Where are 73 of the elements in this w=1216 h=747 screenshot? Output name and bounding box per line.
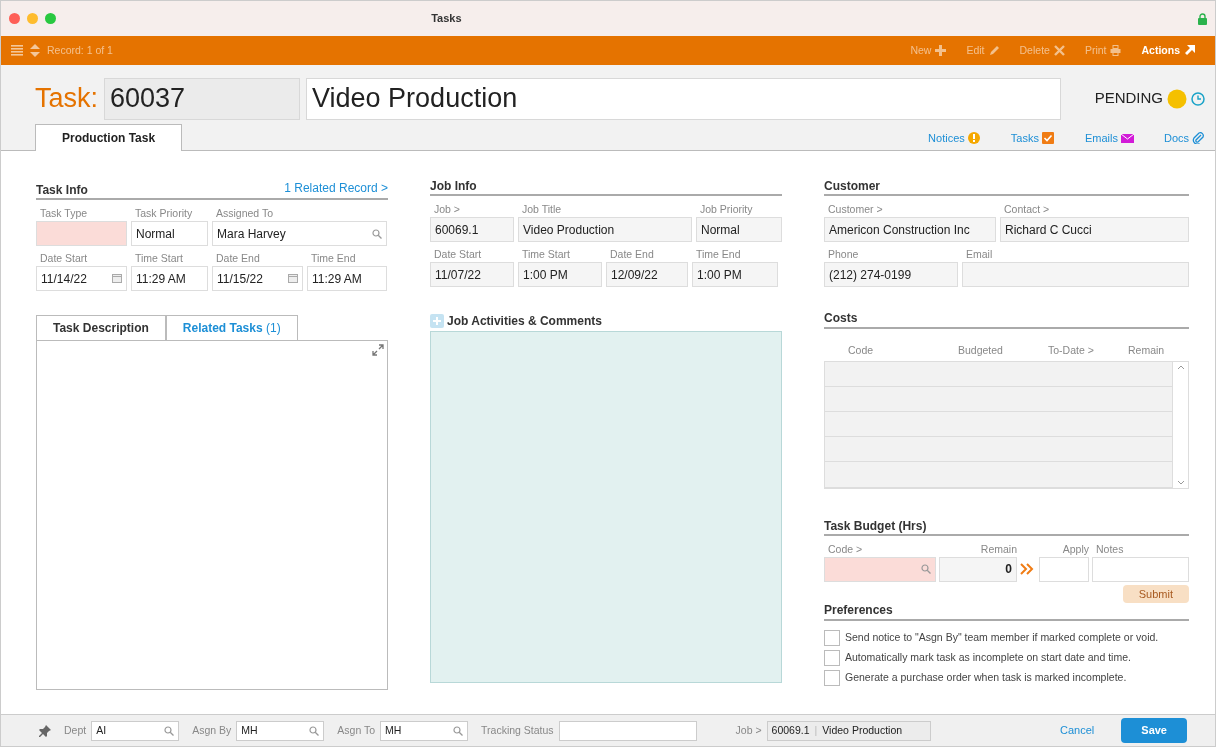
column-header: Code	[848, 342, 875, 358]
task-label: Task:	[35, 82, 99, 116]
task-title-field[interactable]: Video Production	[306, 77, 1062, 120]
tab[interactable]: Related Tasks (1)	[165, 315, 298, 340]
input-field[interactable]: MH	[380, 720, 469, 741]
input-field[interactable]: MH	[236, 720, 325, 741]
field-label: Phone	[827, 247, 860, 263]
window-title: Tasks	[431, 11, 462, 27]
column-header: Remain	[1128, 342, 1166, 358]
input-field[interactable]: Video Production	[518, 217, 692, 243]
field-label: Remain	[979, 541, 1017, 557]
tab[interactable]: Production Task	[35, 124, 183, 151]
input-field[interactable]: 0	[939, 556, 1017, 582]
field-label: Job Title	[521, 202, 563, 218]
field-label: Time End	[695, 247, 742, 263]
field-label: Time Start	[134, 251, 185, 266]
field-label: Job >	[433, 202, 461, 218]
field-label: Notes	[1095, 541, 1125, 557]
field-label: Date Start	[433, 247, 483, 263]
save-button[interactable]: Save	[1121, 718, 1187, 743]
field-label: Assigned To	[215, 206, 274, 221]
field-label: Job Priority	[699, 202, 754, 218]
input-field[interactable]: 11:29 AM	[131, 266, 208, 291]
field-label: Asgn To	[337, 722, 376, 738]
section-heading: Task Budget (Hrs)	[824, 518, 927, 533]
field-label: Task Priority	[134, 206, 194, 221]
field-label: Contact >	[1003, 202, 1051, 218]
field-label: Asgn By	[192, 722, 232, 738]
status-text: PENDING	[1094, 88, 1163, 109]
section-heading: Job Activities & Comments	[447, 313, 602, 331]
field-label: Apply	[1061, 541, 1089, 557]
input-field[interactable]: (212) 274-0199	[824, 262, 958, 288]
column-header: Budgeted	[958, 342, 1004, 358]
checkbox-label: Send notice to "Asgn By" team member if marked complete or void.	[845, 629, 1159, 645]
field-label: Date End	[609, 247, 655, 263]
field-label: Time End	[310, 251, 357, 266]
field-label: Time Start	[521, 247, 572, 263]
record-counter: Record: 1 of 1	[47, 42, 113, 58]
input-field[interactable]: Richard C Cucci	[1000, 217, 1189, 243]
checkbox-label: Automatically mark task as incomplete on start date and time.	[845, 649, 1131, 665]
task-number-field[interactable]: 60037	[104, 77, 301, 120]
input-field[interactable]: Americon Construction Inc	[824, 217, 996, 243]
input-field[interactable]: 11/07/22	[430, 262, 514, 288]
column-header: To-Date >	[1048, 342, 1095, 358]
input-field[interactable]: Mara Harvey	[212, 221, 387, 246]
section-heading: Preferences	[824, 603, 893, 618]
field-label: Tracking Status	[481, 722, 554, 738]
input-field[interactable]: 12/09/22	[606, 262, 688, 288]
field-label: Email	[965, 247, 994, 263]
checkbox-label: Generate a purchase order when task is marked incomplete.	[845, 669, 1127, 685]
field-label: Date End	[215, 251, 261, 266]
input-field[interactable]: Normal	[696, 217, 782, 243]
section-heading: Customer	[824, 179, 880, 194]
field-label: Dept	[64, 722, 87, 738]
related-record-link[interactable]: 1 Related Record >	[284, 179, 388, 197]
section-heading: Task Info	[36, 182, 88, 197]
input-field[interactable]: AI	[91, 720, 180, 741]
input-field[interactable]: 11/14/22	[36, 266, 127, 291]
field-label: Task Type	[39, 206, 89, 221]
field-label: Code >	[827, 541, 864, 557]
field-label: Date Start	[39, 251, 89, 266]
tab[interactable]: Task Description	[36, 315, 166, 340]
input-field[interactable]: Normal	[131, 221, 208, 246]
section-heading: Costs	[824, 311, 858, 326]
input-field[interactable]: 11:29 AM	[307, 266, 387, 291]
input-field[interactable]: 11/15/22	[212, 266, 303, 291]
field-label: Customer >	[827, 202, 884, 218]
section-heading: Job Info	[430, 179, 477, 194]
input-field[interactable]: 1:00 PM	[692, 262, 778, 288]
input-field[interactable]: 1:00 PM	[518, 262, 602, 288]
input-field[interactable]: 60069.1	[430, 217, 514, 243]
field-label: Job >	[735, 722, 762, 738]
job-field[interactable]: 60069.1 | Video Production	[766, 720, 931, 741]
